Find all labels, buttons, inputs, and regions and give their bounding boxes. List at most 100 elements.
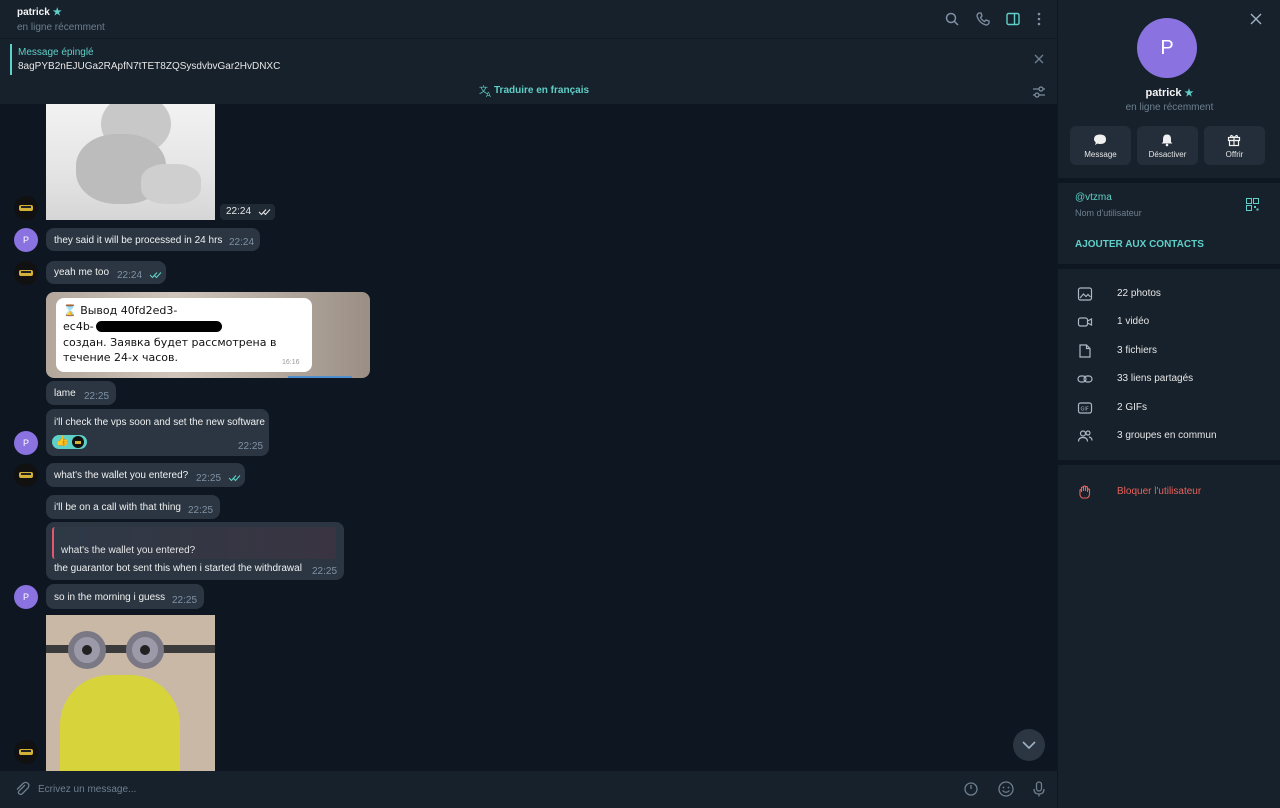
message-time: 22:25	[188, 505, 214, 516]
search-icon[interactable]	[944, 11, 960, 27]
translate-settings-icon[interactable]	[1032, 85, 1046, 99]
svg-text:A: A	[486, 91, 491, 98]
profile-status: en ligne récemment	[1125, 102, 1214, 113]
chat-header[interactable]: patrick ★ en ligne récemment	[0, 0, 1057, 38]
sticker-shape	[60, 675, 180, 771]
chat-status: en ligne récemment	[17, 22, 105, 33]
emoji-icon[interactable]	[997, 780, 1015, 798]
avatar[interactable]	[14, 463, 38, 487]
section-divider	[1058, 178, 1280, 183]
bell-icon	[1161, 134, 1173, 147]
timer-icon[interactable]	[963, 780, 981, 798]
translate-bar: 文A Traduire en français	[0, 80, 1057, 104]
svg-text:GIF: GIF	[1081, 407, 1089, 413]
message-input[interactable]	[38, 779, 918, 799]
profile-name: patrick ★	[1058, 87, 1280, 99]
gift-button[interactable]: Offrir	[1204, 126, 1265, 165]
gif-icon: GIF	[1077, 402, 1093, 414]
phone-icon[interactable]	[975, 11, 991, 27]
qr-code-icon[interactable]	[1246, 198, 1259, 211]
message-bubble[interactable]: what's the wallet you entered? 22:25	[46, 463, 245, 487]
time-label: 22:24	[226, 206, 252, 217]
message-bubble[interactable]: i'll be on a call with that thing 22:25	[46, 495, 220, 519]
avatar-car-shape	[21, 271, 31, 273]
message-text: lame	[54, 388, 76, 399]
photo-shape	[141, 164, 201, 204]
avatar[interactable]	[14, 261, 38, 285]
message-time: 22:25	[172, 595, 198, 606]
screenshot-message[interactable]: ⌛ Вывод 40fd2ed3- ec4b- 0164 успешно соз…	[46, 292, 370, 378]
scroll-down-button[interactable]	[1013, 729, 1045, 761]
media-row-files[interactable]: 3 fichiers	[1058, 340, 1280, 362]
message-bubble[interactable]: what's the wallet you entered? the guara…	[46, 522, 344, 580]
message-bubble[interactable]: lame 22:25	[46, 381, 116, 405]
file-icon	[1079, 344, 1091, 358]
profile-avatar[interactable]: P	[1137, 18, 1197, 78]
read-checks-icon	[258, 209, 271, 216]
pinned-message-bar[interactable]: Message épinglé 8agPYB2nEJUGa2RApfN7tTET…	[0, 38, 1057, 80]
message-composer	[0, 771, 1057, 808]
chat-column: patrick ★ en ligne récemment Message épin…	[0, 0, 1057, 808]
block-user-button[interactable]: Bloquer l'utilisateur	[1058, 481, 1280, 503]
video-icon	[1077, 317, 1093, 327]
media-row-links[interactable]: 33 liens partagés	[1058, 368, 1280, 390]
message-text: the guarantor bot sent this when i start…	[54, 563, 302, 574]
star-icon: ★	[1184, 88, 1194, 99]
message-button-label: Message	[1084, 150, 1117, 159]
avatar-car-shape	[21, 206, 31, 208]
message-time: 22:25	[312, 566, 338, 577]
avatar[interactable]: P	[14, 431, 38, 455]
sidebar-toggle-icon[interactable]	[1005, 11, 1021, 27]
photo-message[interactable]	[46, 104, 215, 220]
avatar[interactable]: P	[14, 228, 38, 252]
media-row-groups[interactable]: 3 groupes en commun	[1058, 425, 1280, 447]
message-bubble[interactable]: i'll check the vps soon and set the new …	[46, 409, 269, 456]
mute-button-label: Désactiver	[1148, 150, 1187, 159]
username-label: Nom d'utilisateur	[1075, 208, 1142, 218]
read-checks-icon	[228, 475, 241, 482]
username-value[interactable]: @vtzma	[1075, 192, 1112, 203]
avatar[interactable]	[14, 740, 38, 764]
star-icon: ★	[52, 7, 62, 18]
read-checks-icon	[149, 272, 162, 279]
media-row-videos[interactable]: 1 vidéo	[1058, 311, 1280, 333]
media-row-gifs[interactable]: GIF 2 GIFs	[1058, 397, 1280, 419]
screenshot-line: создан. Заявка будет рассмотрена в	[63, 336, 277, 349]
mute-button[interactable]: Désactiver	[1137, 126, 1198, 165]
translate-icon[interactable]: 文A	[479, 84, 493, 99]
message-list[interactable]: 22:24 P they said it will be processed i…	[0, 104, 1057, 771]
chevron-down-icon	[1022, 741, 1036, 750]
sticker-message[interactable]	[46, 615, 215, 771]
reaction-chip[interactable]: 👍	[52, 435, 87, 449]
message-bubble[interactable]: they said it will be processed in 24 hrs…	[46, 228, 260, 251]
hand-stop-icon	[1079, 485, 1091, 499]
microphone-icon[interactable]	[1030, 780, 1048, 798]
attach-icon[interactable]	[13, 780, 31, 798]
message-time: 22:24	[220, 204, 275, 220]
media-row-label: 22 photos	[1117, 288, 1161, 299]
media-row-photos[interactable]: 22 photos	[1058, 283, 1280, 305]
screenshot-line: ⌛ Вывод 40fd2ed3-	[63, 304, 178, 317]
message-text: what's the wallet you entered?	[54, 470, 189, 481]
photo-icon	[1077, 287, 1093, 301]
add-contact-button[interactable]: AJOUTER AUX CONTACTS	[1075, 239, 1204, 250]
message-bubble[interactable]: yeah me too 22:24	[46, 261, 166, 284]
section-divider	[1058, 460, 1280, 465]
reaction-emoji: 👍	[56, 436, 69, 447]
more-icon[interactable]	[1031, 11, 1047, 27]
telegram-app: patrick ★ en ligne récemment Message épin…	[0, 0, 1280, 808]
gift-icon	[1227, 134, 1241, 147]
translate-button[interactable]: Traduire en français	[494, 85, 589, 96]
avatar[interactable]: P	[14, 585, 38, 609]
profile-name-label: patrick	[1145, 87, 1182, 99]
message-bubble[interactable]: so in the morning i guess 22:25	[46, 584, 204, 609]
pin-accent-bar	[10, 44, 12, 75]
message-button[interactable]: Message	[1070, 126, 1131, 165]
reply-quote[interactable]: what's the wallet you entered?	[52, 527, 336, 559]
avatar[interactable]	[14, 196, 38, 220]
close-icon[interactable]	[1033, 52, 1045, 64]
chat-title[interactable]: patrick ★	[17, 7, 62, 18]
media-row-label: 2 GIFs	[1117, 402, 1148, 413]
groups-icon	[1077, 430, 1093, 442]
close-icon[interactable]	[1249, 12, 1263, 26]
